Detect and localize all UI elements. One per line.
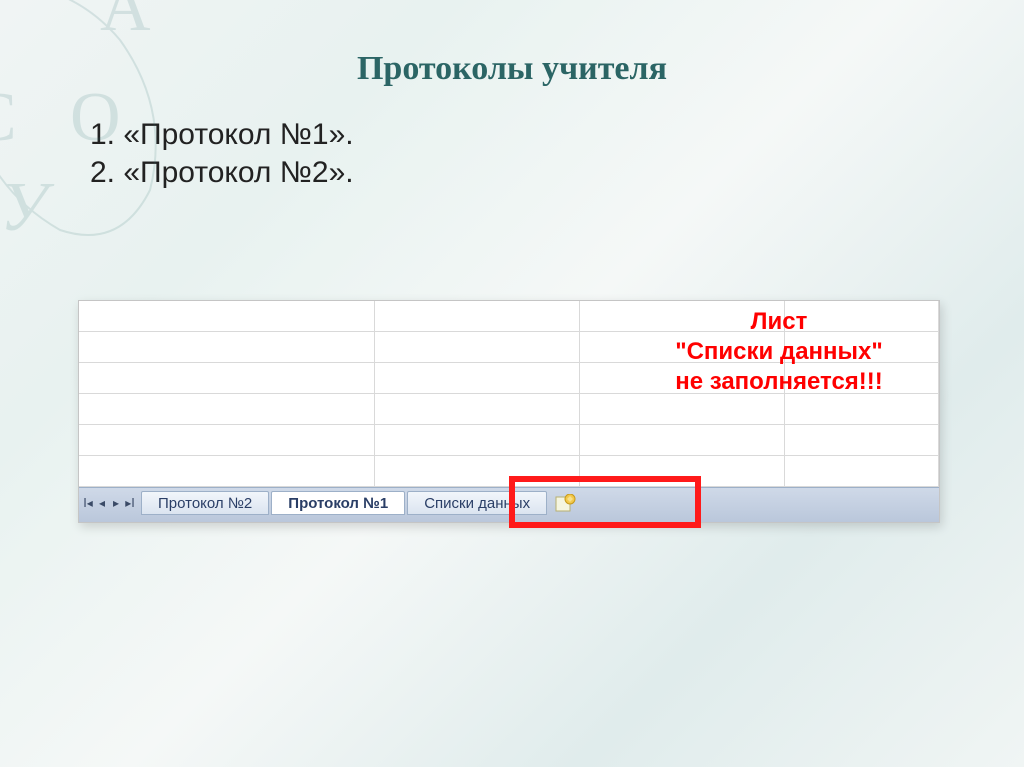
warning-line-2: "Списки данных" [639, 337, 919, 367]
warning-line-3: не заполняется!!! [639, 367, 919, 397]
new-sheet-icon[interactable] [555, 494, 577, 512]
nav-first-icon[interactable]: ꓲ◂ [83, 496, 93, 510]
page-title: Протоколы учителя [0, 0, 1024, 88]
list-number-1: 1. [90, 118, 115, 151]
svg-text:C: C [0, 79, 17, 156]
sheet-tab-bar: ꓲ◂ ◂ ▸ ▸ꓲ Протокол №2 Протокол №1 Списки… [79, 487, 939, 522]
tab-nav-buttons: ꓲ◂ ◂ ▸ ▸ꓲ [83, 491, 135, 515]
warning-message: Лист "Списки данных" не заполняется!!! [639, 307, 919, 397]
nav-next-icon[interactable]: ▸ [111, 496, 121, 510]
protocol-list: 1. «Протокол №1». 2. «Протокол №2». [90, 118, 1024, 190]
nav-prev-icon[interactable]: ◂ [97, 496, 107, 510]
nav-last-icon[interactable]: ▸ꓲ [125, 496, 135, 510]
warning-line-1: Лист [639, 307, 919, 337]
grid-area: Лист "Списки данных" не заполняется!!! [79, 301, 939, 487]
sheet-tab-protocol-1[interactable]: Протокол №1 [271, 491, 405, 515]
list-number-2: 2. [90, 156, 115, 189]
spreadsheet-screenshot: Лист "Списки данных" не заполняется!!! ꓲ… [78, 300, 940, 523]
sheet-tab-protocol-2[interactable]: Протокол №2 [141, 491, 269, 515]
sheet-tab-spiski-dannyh[interactable]: Списки данных [407, 491, 547, 515]
list-text-2: «Протокол №2». [123, 156, 353, 189]
list-text-1: «Протокол №1». [123, 118, 353, 151]
svg-text:У: У [0, 169, 55, 246]
